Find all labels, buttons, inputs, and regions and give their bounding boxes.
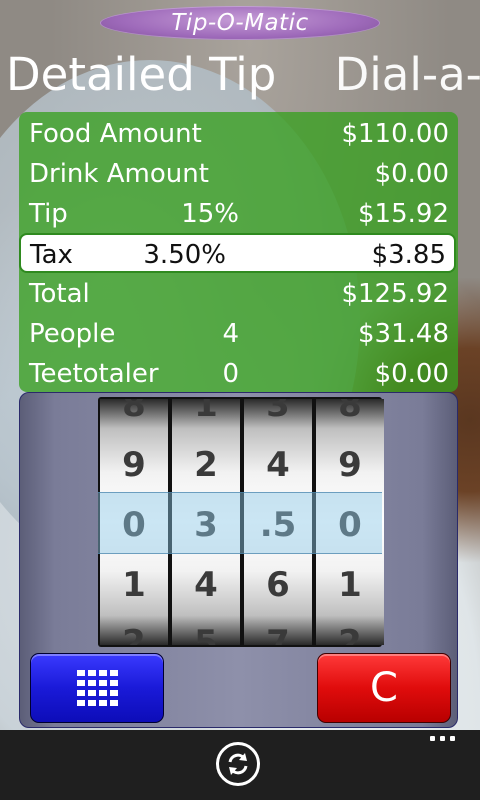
tip-details-panel: Food Amount $110.00 Drink Amount $0.00 T…	[19, 112, 458, 392]
row-value: $15.92	[358, 199, 449, 229]
row-food-amount[interactable]: Food Amount $110.00	[29, 114, 449, 154]
drum-digit: 7	[266, 623, 290, 645]
row-value: $0.00	[374, 159, 449, 189]
clear-button[interactable]: C	[317, 653, 451, 723]
drum-picker: 8 9 0 1 2 1 2 3 4 5 3 4 .5 6 7 8 9 0 1 2	[98, 397, 384, 647]
row-value: $0.00	[374, 359, 449, 389]
row-label: Teetotaler	[29, 359, 159, 389]
app-title: Tip-O-Matic	[171, 10, 309, 36]
row-label: Tip	[29, 199, 68, 229]
drum-digit: 9	[338, 445, 362, 485]
drum-digit: 1	[194, 399, 218, 425]
app-logo: Tip-O-Matic	[100, 6, 380, 40]
drum-digit: 8	[338, 399, 362, 425]
pivot-header: Detailed Tip Dial-a-	[6, 48, 480, 101]
drum-digit: 9	[122, 445, 146, 485]
dial-panel: 8 9 0 1 2 1 2 3 4 5 3 4 .5 6 7 8 9 0 1 2	[19, 392, 458, 728]
row-total[interactable]: Total $125.92	[29, 274, 449, 314]
drum-digit: 8	[122, 399, 146, 425]
drum-digit: 1	[122, 565, 146, 605]
row-teetotaler[interactable]: Teetotaler 0 $0.00	[29, 354, 449, 394]
keypad-grid-icon	[77, 670, 118, 706]
row-value: $110.00	[341, 119, 449, 149]
drum-digit: 2	[194, 445, 218, 485]
row-mid: 3.50%	[143, 240, 226, 270]
row-label: Tax	[30, 240, 73, 270]
row-value: $31.48	[358, 319, 449, 349]
pivot-item-dial-a[interactable]: Dial-a-	[335, 48, 480, 101]
row-label: Total	[29, 279, 90, 309]
drum-digit: 4	[194, 565, 218, 605]
drum-selection-band	[98, 492, 382, 554]
row-drink-amount[interactable]: Drink Amount $0.00	[29, 154, 449, 194]
row-tax[interactable]: Tax 3.50% $3.85	[19, 233, 456, 273]
app-bar	[0, 730, 480, 800]
row-label: Food Amount	[29, 119, 202, 149]
more-dots-icon[interactable]	[428, 736, 458, 746]
row-value: $125.92	[341, 279, 449, 309]
drum-digit: 4	[266, 445, 290, 485]
drum-digit: 3	[266, 399, 290, 425]
drum-digit: 2	[122, 623, 146, 645]
drum-digit: 5	[194, 623, 218, 645]
drum-digit: 6	[266, 565, 290, 605]
refresh-icon	[228, 753, 248, 775]
row-mid: 0	[222, 359, 239, 389]
row-mid: 15%	[181, 199, 239, 229]
refresh-button[interactable]	[216, 742, 260, 786]
row-mid: 4	[222, 319, 239, 349]
row-people[interactable]: People 4 $31.48	[29, 314, 449, 354]
drum-digit: 1	[338, 565, 362, 605]
row-value: $3.85	[371, 240, 446, 270]
keypad-button[interactable]	[30, 653, 164, 723]
row-label: People	[29, 319, 116, 349]
pivot-item-detailed-tip[interactable]: Detailed Tip	[6, 48, 276, 101]
row-tip[interactable]: Tip 15% $15.92	[29, 194, 449, 234]
row-label: Drink Amount	[29, 159, 209, 189]
drum-digit: 2	[338, 623, 362, 645]
